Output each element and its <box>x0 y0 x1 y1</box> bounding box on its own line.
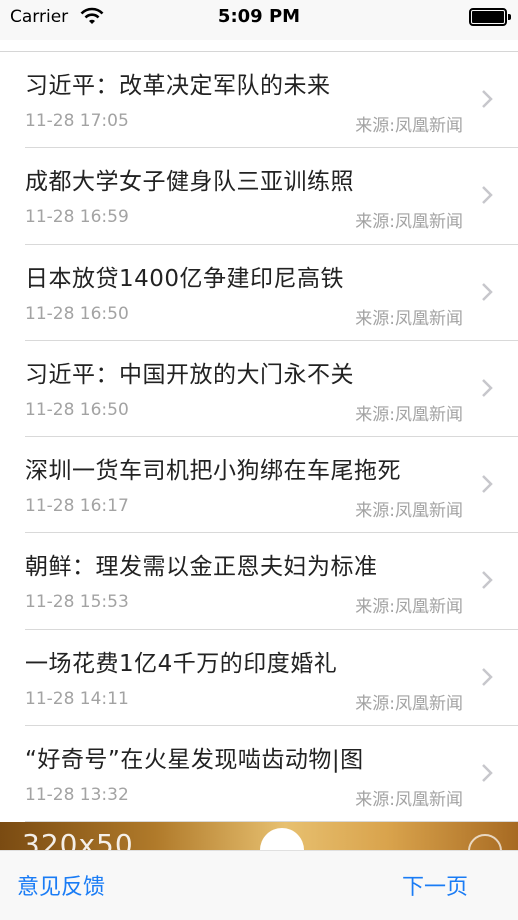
news-row[interactable]: 习近平：中国开放的大门永不关 11-28 16:50 来源:凤凰新闻 <box>0 341 518 438</box>
news-source: 来源:凤凰新闻 <box>355 693 463 714</box>
news-source: 来源:凤凰新闻 <box>355 308 463 329</box>
news-title: 深圳一货车司机把小狗绑在车尾拖死 <box>25 458 401 485</box>
news-row[interactable]: “好奇号”在火星发现啮齿动物|图 11-28 13:32 来源:凤凰新闻 <box>0 726 518 823</box>
news-source: 来源:凤凰新闻 <box>355 404 463 425</box>
news-title: 成都大学女子健身队三亚训练照 <box>25 169 354 196</box>
status-bar: Carrier 5:09 PM <box>0 0 518 40</box>
news-list: 习近平：改革决定军队的未来 11-28 17:05 来源:凤凰新闻 成都大学女子健身队… <box>0 52 518 823</box>
news-source: 来源:凤凰新闻 <box>355 501 463 522</box>
chevron-right-icon <box>482 571 493 590</box>
next-page-button[interactable]: 下一页 <box>402 869 468 901</box>
ad-circle-graphic <box>260 828 304 850</box>
chevron-right-icon <box>482 186 493 205</box>
news-row[interactable]: 朝鲜：理发需以金正恩夫妇为标准 11-28 15:53 来源:凤凰新闻 <box>0 533 518 630</box>
news-title: 日本放贷1400亿争建印尼高铁 <box>25 265 345 292</box>
news-title: 一场花费1亿4千万的印度婚礼 <box>25 650 338 677</box>
news-source: 来源:凤凰新闻 <box>355 597 463 618</box>
news-title: 朝鲜：理发需以金正恩夫妇为标准 <box>25 554 378 581</box>
clock: 5:09 PM <box>217 6 301 27</box>
news-row[interactable]: 深圳一货车司机把小狗绑在车尾拖死 11-28 16:17 来源:凤凰新闻 <box>0 437 518 534</box>
feedback-button[interactable]: 意见反馈 <box>17 869 105 901</box>
news-source: 来源:凤凰新闻 <box>355 790 463 811</box>
ad-banner[interactable]: 320x50 <box>0 822 518 850</box>
news-row[interactable]: 成都大学女子健身队三亚训练照 11-28 16:59 来源:凤凰新闻 <box>0 148 518 245</box>
chevron-right-icon <box>482 764 493 782</box>
news-source: 来源:凤凰新闻 <box>355 116 463 136</box>
news-title: “好奇号”在火星发现啮齿动物|图 <box>25 747 364 774</box>
news-title: 习近平：中国开放的大门永不关 <box>25 361 354 388</box>
battery-icon <box>469 8 511 26</box>
chevron-right-icon <box>482 667 493 686</box>
chevron-right-icon <box>482 90 493 108</box>
chevron-right-icon <box>482 379 493 397</box>
news-row[interactable]: 日本放贷1400亿争建印尼高铁 11-28 16:50 来源:凤凰新闻 <box>0 245 518 341</box>
chevron-right-icon <box>482 475 493 494</box>
chevron-right-icon <box>482 282 493 301</box>
bottom-toolbar: 意见反馈 下一页 <box>0 850 518 920</box>
news-source: 来源:凤凰新闻 <box>355 212 463 233</box>
news-row[interactable]: 一场花费1亿4千万的印度婚礼 11-28 14:11 来源:凤凰新闻 <box>0 630 518 727</box>
ad-ring-graphic <box>468 834 502 850</box>
news-title: 习近平：改革决定军队的未来 <box>25 73 331 99</box>
news-row[interactable]: 习近平：改革决定军队的未来 11-28 17:05 来源:凤凰新闻 <box>0 52 518 149</box>
ad-banner-text: 320x50 <box>22 828 134 850</box>
